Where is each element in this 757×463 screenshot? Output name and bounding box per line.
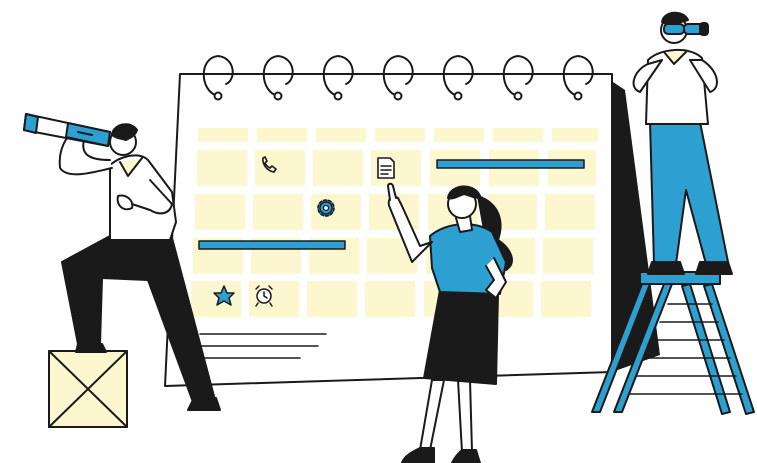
wall-calendar — [164, 55, 660, 387]
gear-icon — [317, 199, 335, 217]
planning-illustration — [23, 11, 755, 463]
event-bar-left — [198, 240, 346, 250]
binoculars — [663, 22, 709, 36]
event-bar-top — [436, 159, 585, 169]
man-with-binoculars — [632, 11, 733, 275]
crate — [48, 350, 128, 428]
document-icon — [377, 157, 395, 179]
man-right-pants — [649, 121, 729, 265]
